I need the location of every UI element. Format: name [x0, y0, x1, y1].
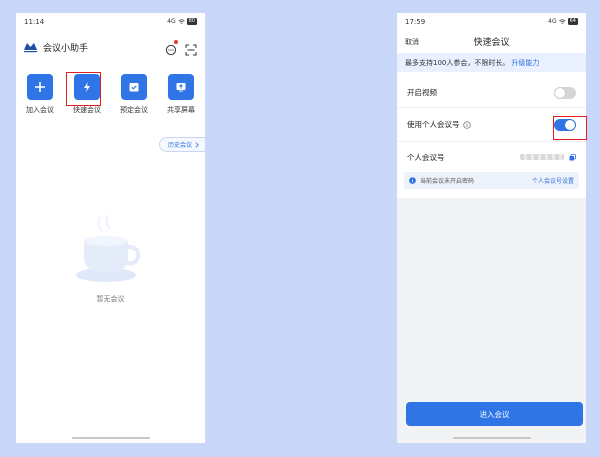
- notice-wrap: 当前会议未开启密码 个人会议号设置: [397, 172, 586, 198]
- wifi-icon: [558, 18, 566, 24]
- share-tile: [168, 74, 194, 100]
- personal-id-setting-row: 使用个人会议号: [397, 108, 586, 142]
- personal-id-settings-link[interactable]: 个人会议号设置: [532, 176, 574, 185]
- quick-meeting-button[interactable]: 快速会议: [67, 74, 107, 115]
- banner-text: 最多支持100人参会，不限时长。: [405, 58, 510, 67]
- join-meeting-label: 加入会议: [26, 106, 54, 114]
- calendar-check-icon: [129, 83, 139, 92]
- wifi-icon: [177, 18, 185, 24]
- app-title: 会议小助手: [43, 43, 89, 54]
- home-indicator: [452, 437, 531, 439]
- quick-actions: 加入会议 快速会议 预定会议 共享屏幕: [16, 64, 205, 115]
- app-logo-icon: [24, 43, 37, 53]
- home-indicator: [71, 437, 150, 439]
- signal-indicator: 4G: [548, 18, 557, 25]
- empty-state-text: 暂无会议: [96, 295, 125, 303]
- personal-id-toggle[interactable]: [554, 118, 576, 131]
- copy-icon[interactable]: [569, 153, 576, 161]
- share-screen-label: 共享屏幕: [167, 106, 195, 114]
- toggle-knob: [555, 87, 565, 98]
- chevron-right-icon: [195, 141, 199, 148]
- redacted-number: [520, 154, 564, 160]
- upgrade-link[interactable]: 升级能力: [511, 58, 539, 68]
- notification-dot: [174, 40, 178, 44]
- meeting-home-screen: 11:14 4G 80 会议小助手 加入会议 快速会议 预定会议 共享屏幕 历史…: [16, 13, 205, 443]
- password-notice: 当前会议未开启密码 个人会议号设置: [404, 172, 579, 189]
- nav-bar: 取消 快速会议: [397, 30, 586, 53]
- capacity-banner: 最多支持100人参会，不限时长。 升级能力: [397, 53, 586, 72]
- plus-icon: [35, 82, 45, 92]
- share-screen-icon: [176, 83, 186, 92]
- personal-id-label-wrap: 使用个人会议号: [407, 119, 554, 130]
- personal-id-label: 使用个人会议号: [407, 120, 460, 129]
- lightning-icon: [84, 82, 90, 92]
- battery-indicator: 80: [186, 18, 197, 25]
- info-icon[interactable]: [462, 120, 471, 129]
- schedule-meeting-label: 预定会议: [120, 106, 148, 114]
- personal-number-row: 个人会议号: [397, 142, 586, 172]
- personal-number-value: [520, 153, 576, 161]
- history-meetings-button[interactable]: 历史会议: [158, 137, 205, 152]
- signal-indicator: 4G: [167, 18, 176, 25]
- status-time: 11:14: [24, 17, 45, 26]
- video-toggle[interactable]: [554, 86, 576, 99]
- scan-icon: [185, 44, 197, 56]
- app-header: 会议小助手: [16, 30, 205, 64]
- empty-cup-illustration: [76, 214, 141, 282]
- status-icons: 4G 64: [548, 18, 578, 25]
- page-title: 快速会议: [473, 38, 510, 48]
- status-bar: 17:59 4G 64: [397, 13, 586, 30]
- info-filled-icon: [409, 177, 416, 184]
- cancel-button[interactable]: 取消: [405, 37, 419, 47]
- chat-bubble-icon: [165, 44, 177, 56]
- share-screen-button[interactable]: 共享屏幕: [161, 74, 201, 115]
- status-icons: 4G 80: [167, 18, 197, 25]
- schedule-meeting-button[interactable]: 预定会议: [114, 74, 154, 115]
- toggle-knob: [565, 119, 575, 130]
- quick-meeting-label: 快速会议: [73, 106, 101, 114]
- battery-indicator: 64: [567, 18, 578, 25]
- video-setting-row: 开启视频: [397, 78, 586, 108]
- status-time: 17:59: [405, 17, 426, 26]
- status-bar: 11:14 4G 80: [16, 13, 205, 30]
- quick-tile: [74, 74, 100, 100]
- join-tile: [27, 74, 53, 100]
- video-label: 开启视频: [407, 88, 437, 97]
- message-button[interactable]: [165, 40, 178, 56]
- enter-meeting-button[interactable]: 进入会议: [406, 402, 583, 426]
- quick-meeting-screen: 17:59 4G 64 取消 快速会议 最多支持100人参会，不限时长。 升级能…: [397, 13, 586, 443]
- scan-button[interactable]: [185, 41, 197, 56]
- history-label: 历史会议: [167, 142, 192, 149]
- notice-text: 当前会议未开启密码: [420, 178, 475, 185]
- personal-number-label: 个人会议号: [407, 152, 445, 162]
- schedule-tile: [121, 74, 147, 100]
- join-meeting-button[interactable]: 加入会议: [20, 74, 60, 115]
